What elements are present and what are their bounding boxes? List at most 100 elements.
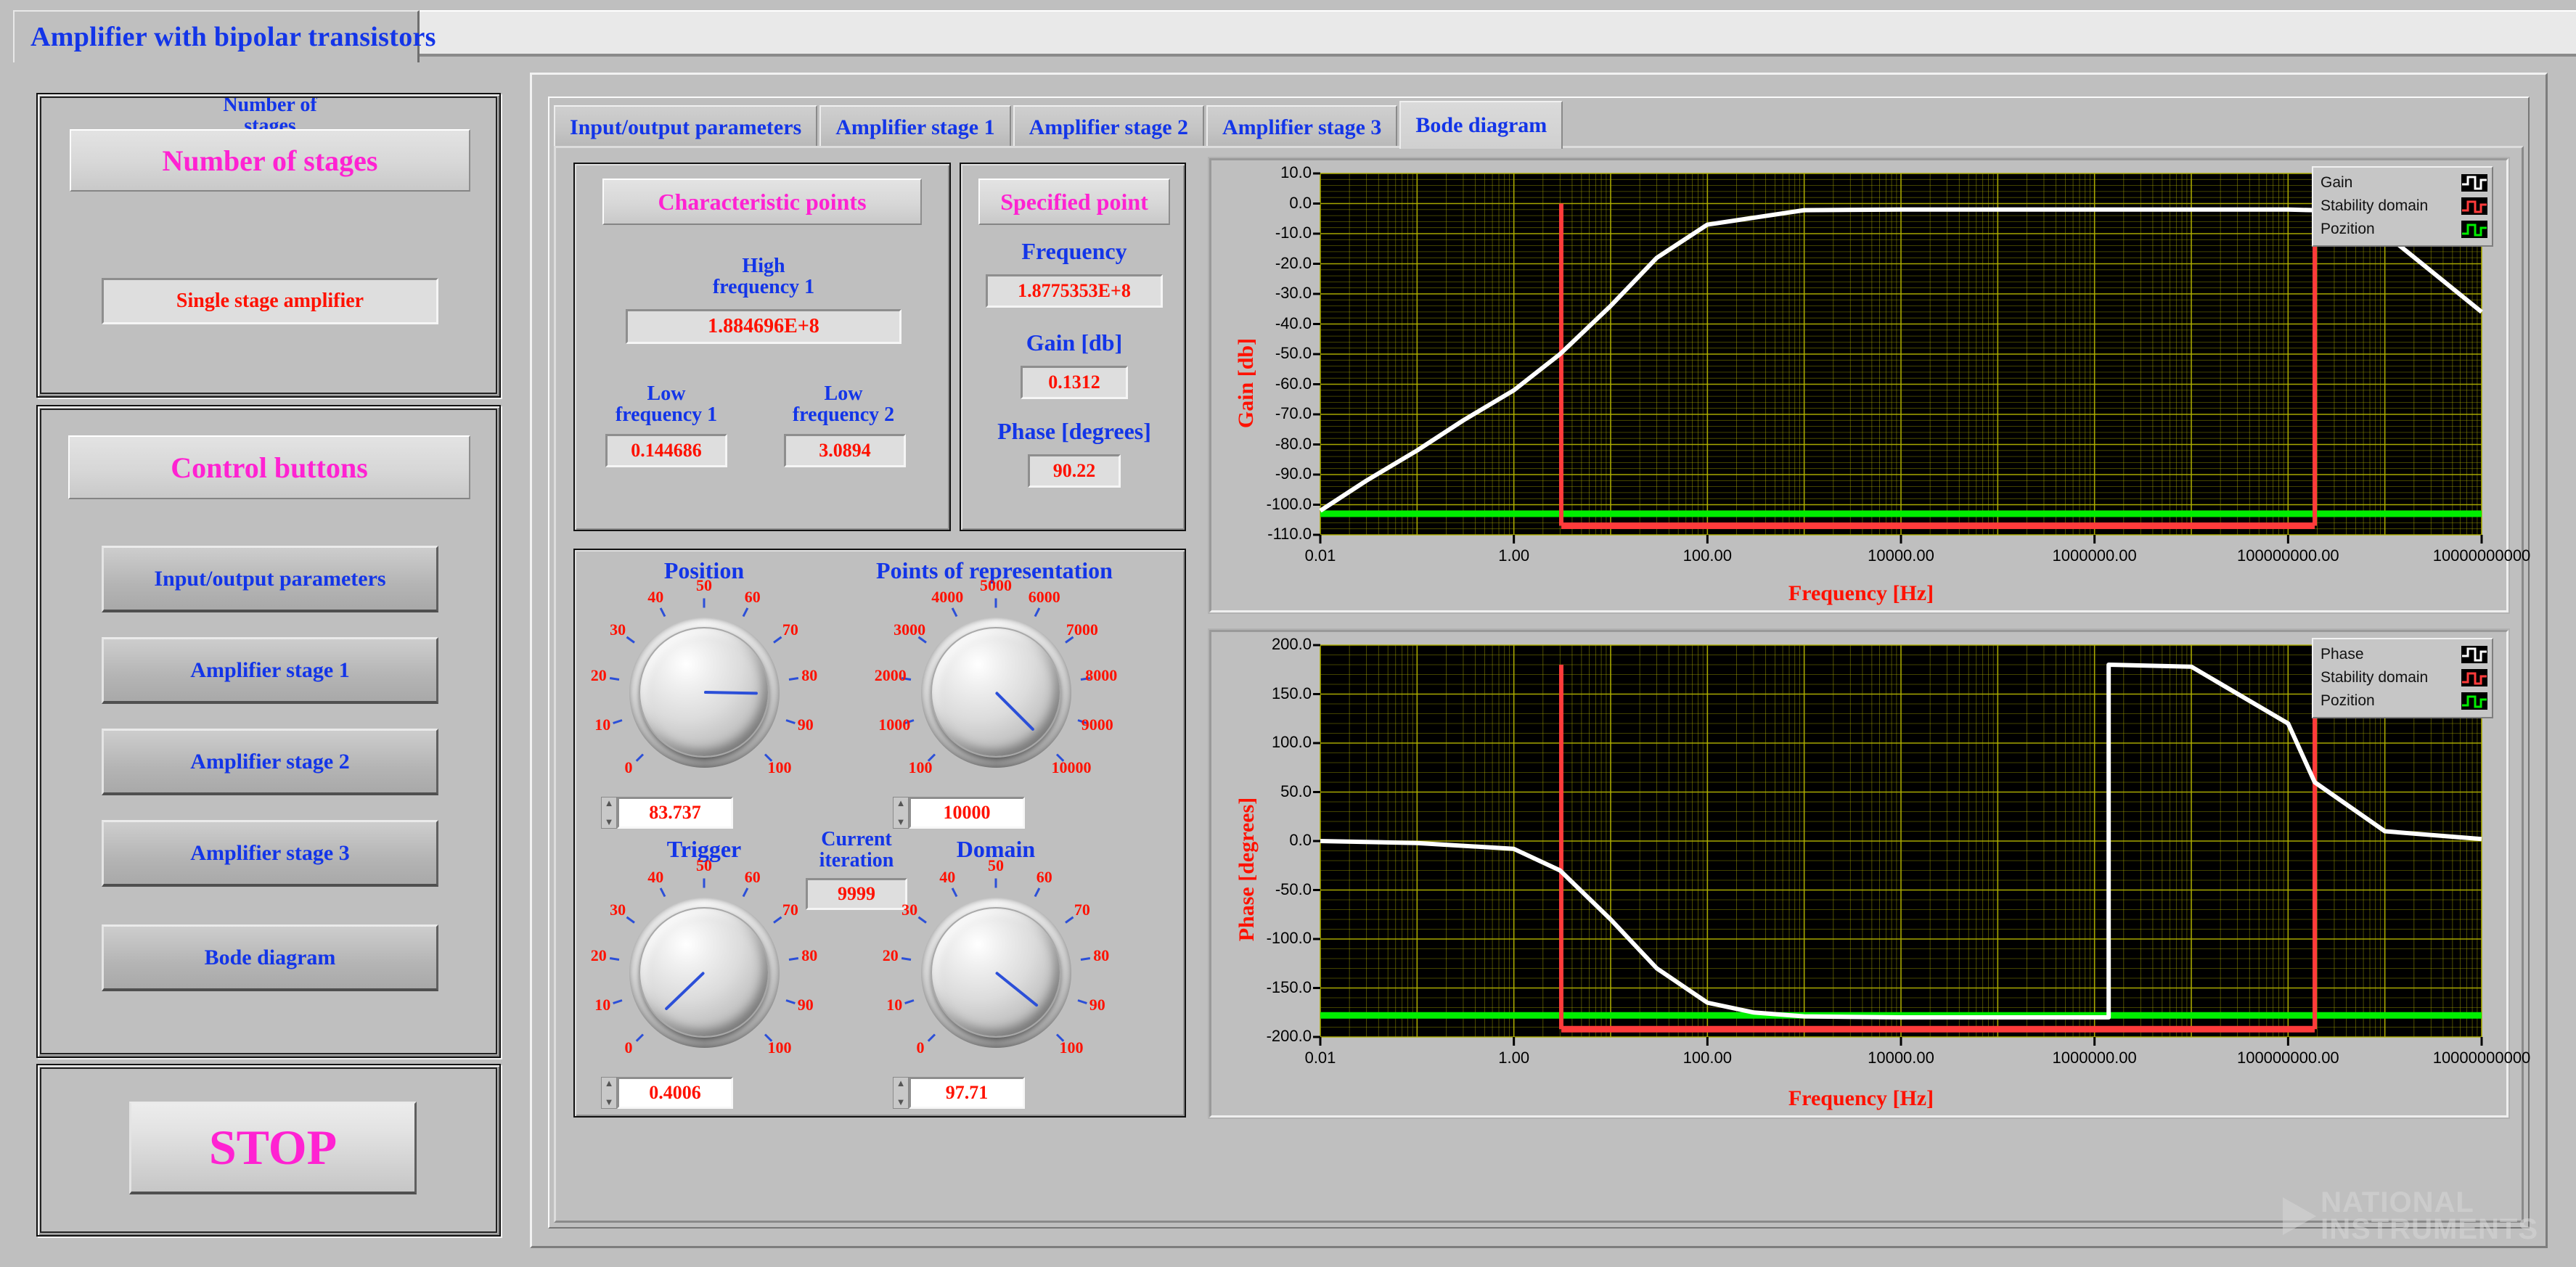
legend-row-stability-domain[interactable]: Stability domain [2321,194,2487,218]
position-spinbox[interactable]: ▲▼ 83.737 [601,797,733,829]
high-frequency-1-label: High frequency 1 [575,255,952,298]
domain-spin-arrows[interactable]: ▲▼ [893,1077,909,1109]
legend-row-gain[interactable]: Gain [2321,171,2487,194]
y-tick-label: -100.0 [1226,929,1312,948]
knob-tick-mark [901,957,911,961]
legend-row-pozition[interactable]: Pozition [2321,218,2487,241]
ni-triangle-icon [2283,1197,2316,1235]
legend-row-stability-domain[interactable]: Stability domain [2321,666,2487,689]
x-tick-label: 100000000.00 [2208,546,2368,565]
knobs-cluster: Position 0102030405060708090100 ▲▼ 83.73… [573,549,1186,1118]
legend-swatch-pozition [2461,692,2487,710]
low-frequency-1-label-line1: Low [588,383,745,404]
sidebar-button-bode-diagram[interactable]: Bode diagram [102,924,438,991]
specified-point-cluster: Specified point Frequency 1.8775353E+8 G… [960,163,1186,531]
tab-amplifier-stage-3[interactable]: Amplifier stage 3 [1206,105,1397,149]
knob-tick-mark [1077,999,1087,1004]
legend-row-pozition[interactable]: Pozition [2321,689,2487,713]
points-spin-arrows[interactable]: ▲▼ [893,797,909,829]
knob-scale-label: 90 [798,996,814,1014]
low-frequency-1-value: 0.144686 [605,434,727,467]
position-value[interactable]: 83.737 [617,797,733,829]
gain-bode-graph[interactable]: Gain [db] Frequency [Hz] Gain Stability … [1209,158,2508,612]
trigger-value[interactable]: 0.4006 [617,1077,733,1109]
points-spinbox[interactable]: ▲▼ 10000 [893,797,1025,829]
y-tick-label: -50.0 [1226,344,1312,363]
x-tick-label: 0.01 [1240,546,1400,565]
knob-tick-mark [636,1033,644,1041]
sidebar-button-input-output-parameters[interactable]: Input/output parameters [102,546,438,612]
knob-scale-label: 3000 [894,620,925,639]
y-tick-label: -90.0 [1226,464,1312,483]
legend-swatch-phase [2461,646,2487,663]
ni-line1: NATIONAL [2321,1189,2538,1216]
trigger-spin-arrows[interactable]: ▲▼ [601,1077,617,1109]
phase-legend[interactable]: Phase Stability domain Pozition [2312,638,2493,718]
knob-tick-mark [626,636,635,644]
points-of-representation-knob[interactable]: 1001000200030004000500060007000800090001… [887,583,1105,801]
phase-bode-graph[interactable]: Phase [degrees] Frequency [Hz] Phase Sta… [1209,630,2508,1118]
y-tick-label: -150.0 [1226,978,1312,997]
y-tick-label: -100.0 [1226,495,1312,514]
trigger-knob[interactable]: 0102030405060708090100 [595,864,813,1081]
tab-amplifier-stage-1[interactable]: Amplifier stage 1 [819,105,1010,149]
knob-tick-mark [789,957,798,961]
y-tick-label: -60.0 [1226,374,1312,393]
y-tick-label: 10.0 [1226,163,1312,182]
window-title-tab[interactable]: Amplifier with bipolar transistors [13,10,420,62]
knob-scale-label: 80 [801,666,817,685]
tab-amplifier-stage-2[interactable]: Amplifier stage 2 [1013,105,1204,149]
y-tick-label: -110.0 [1226,525,1312,544]
knob-scale-label: 70 [782,901,798,919]
sidebar-button-amplifier-stage-2[interactable]: Amplifier stage 2 [102,729,438,795]
control-buttons-panel: Control buttons Input/output parameters … [36,405,501,1058]
knob-tick-mark [1065,917,1074,924]
legend-label-stability-domain: Stability domain [2321,197,2428,215]
position-knob[interactable]: 0102030405060708090100 [595,583,813,801]
knob-tick-mark [703,598,706,607]
main-panel: Input/output parameters Amplifier stage … [530,73,2548,1248]
y-tick-label: -40.0 [1226,314,1312,333]
legend-row-phase[interactable]: Phase [2321,643,2487,666]
domain-spinbox[interactable]: ▲▼ 97.71 [893,1077,1025,1109]
position-spin-arrows[interactable]: ▲▼ [601,797,617,829]
knob-scale-label: 10 [886,996,902,1014]
domain-value[interactable]: 97.71 [909,1077,1025,1109]
gain-legend[interactable]: Gain Stability domain Pozition [2312,166,2493,247]
knob-tick-mark [952,888,958,898]
knob-tick-mark [918,917,927,924]
sidebar-button-amplifier-stage-3[interactable]: Amplifier stage 3 [102,820,438,887]
grid [1320,645,2482,1037]
number-of-stages-value: Single stage amplifier [102,278,438,324]
knob-scale-label: 70 [1074,901,1090,919]
domain-knob[interactable]: 0102030405060708090100 [887,864,1105,1081]
y-tick-label: 0.0 [1226,194,1312,213]
legend-swatch-pozition [2461,221,2487,238]
knob-scale-label: 50 [696,576,712,595]
tab-bode-diagram[interactable]: Bode diagram [1399,101,1563,149]
knob-scale-label: 50 [696,856,712,875]
tab-input-output-parameters[interactable]: Input/output parameters [554,105,817,149]
knob-scale-label: 100 [767,758,791,777]
high-frequency-1-label-line1: High [575,255,952,276]
stop-button[interactable]: STOP [129,1102,417,1194]
legend-swatch-stability-domain [2461,197,2487,215]
points-value[interactable]: 10000 [909,797,1025,829]
knob-scale-label: 1000 [878,715,910,734]
number-of-stages-panel: Number of stages Number of stages Single… [36,93,501,398]
ni-line2: INSTRUMENTS [2321,1216,2538,1243]
knob-tick-mark [789,677,798,681]
sidebar: Number of stages Number of stages Single… [36,93,501,1237]
sidebar-button-amplifier-stage-1[interactable]: Amplifier stage 1 [102,637,438,704]
knob-scale-label: 30 [610,901,626,919]
y-tick-label: -200.0 [1226,1027,1312,1046]
x-tick-label: 10000000000 [2402,1049,2561,1067]
knob-tick-mark [773,917,782,924]
number-of-stages-title: Number of stages [70,129,470,192]
knob-scale-label: 30 [901,901,917,919]
trigger-spinbox[interactable]: ▲▼ 0.4006 [601,1077,733,1109]
knob-scale-label: 4000 [931,588,963,607]
x-tick-label: 10000.00 [1821,546,1981,565]
knob-tick-mark [660,608,666,618]
specified-phase-label: Phase [degrees] [961,419,1187,444]
